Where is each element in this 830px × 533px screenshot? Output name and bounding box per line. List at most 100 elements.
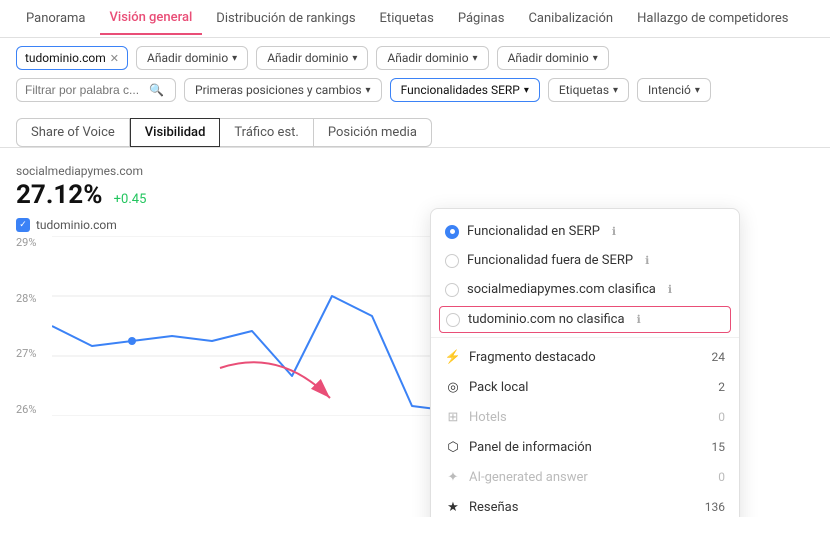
y-label-27: 27% [16, 347, 44, 360]
pack-icon: ◎ [445, 379, 461, 395]
radio-circle-4 [446, 313, 460, 327]
search-icon: 🔍 [149, 83, 164, 97]
domain-text: tudominio.com [25, 51, 106, 65]
add-domain-label-4: Añadir dominio [508, 51, 589, 65]
chevron-down-icon-2: ▾ [352, 53, 357, 64]
intencion-dropdown[interactable]: Intenció ▾ [637, 78, 711, 102]
add-domain-btn-3[interactable]: Añadir dominio ▾ [376, 46, 488, 70]
chevron-down-icon-4: ▾ [593, 53, 598, 64]
menu-ai-left: ✦ AI-generated answer [445, 469, 588, 485]
chart-line [52, 296, 452, 411]
menu-panel[interactable]: ⬡ Panel de información 15 [431, 432, 739, 462]
etiquetas-dropdown[interactable]: Etiquetas ▾ [548, 78, 629, 102]
menu-resenas-label: Reseñas [469, 500, 518, 515]
menu-resenas[interactable]: ★ Reseñas 136 [431, 492, 739, 517]
menu-pack-count: 2 [718, 380, 725, 394]
etiquetas-label: Etiquetas [559, 83, 609, 97]
radio-label-3: socialmediapymes.com clasifica [467, 282, 656, 297]
stat-value: 27.12% [16, 180, 102, 210]
menu-fragmento-count: 24 [712, 350, 726, 364]
filter-input[interactable] [25, 83, 145, 97]
main-content: socialmediapymes.com 27.12% +0.45 ✓ tudo… [0, 148, 830, 517]
menu-pack-local[interactable]: ◎ Pack local 2 [431, 372, 739, 402]
resenas-icon: ★ [445, 499, 461, 515]
menu-ai-label: AI-generated answer [469, 470, 588, 485]
chevron-down-icon-1: ▾ [232, 53, 237, 64]
radio-social-clasifica[interactable]: socialmediapymes.com clasifica ℹ [431, 275, 739, 304]
domain-pill[interactable]: tudominio.com ✕ [16, 46, 128, 70]
menu-pack-left: ◎ Pack local [445, 379, 528, 395]
add-domain-label-3: Añadir dominio [387, 51, 468, 65]
chevron-down-icon-3: ▾ [473, 53, 478, 64]
tabs-row: Share of Voice Visibilidad Tráfico est. … [0, 110, 830, 148]
serp-label: Funcionalidades SERP [401, 83, 520, 97]
radio-circle-3 [445, 283, 459, 297]
stat-change: +0.45 [114, 192, 147, 207]
radio-circle-1 [445, 225, 459, 239]
domain-checkbox[interactable]: ✓ [16, 218, 30, 232]
radio-tudo-no-clasifica[interactable]: tudominio.com no clasifica ℹ [440, 307, 730, 332]
info-icon-2: ℹ [645, 254, 649, 267]
menu-resenas-left: ★ Reseñas [445, 499, 518, 515]
nav-distribucion[interactable]: Distribución de rankings [206, 3, 365, 34]
menu-panel-left: ⬡ Panel de información [445, 439, 592, 455]
tab-share-of-voice[interactable]: Share of Voice [16, 118, 130, 147]
radio-label-2: Funcionalidad fuera de SERP [467, 253, 633, 268]
tab-trafico[interactable]: Tráfico est. [220, 118, 313, 147]
nav-panorama[interactable]: Panorama [16, 3, 96, 34]
radio-func-fuera[interactable]: Funcionalidad fuera de SERP ℹ [431, 246, 739, 275]
y-label-29: 29% [16, 236, 44, 249]
info-icon-4: ℹ [637, 313, 641, 326]
serp-features-dropdown[interactable]: Funcionalidades SERP ▾ [390, 78, 540, 102]
intencion-label: Intenció [648, 83, 691, 97]
menu-ai: ✦ AI-generated answer 0 [431, 462, 739, 492]
toolbar-row-1: tudominio.com ✕ Añadir dominio ▾ Añadir … [0, 38, 830, 78]
add-domain-btn-4[interactable]: Añadir dominio ▾ [497, 46, 609, 70]
tab-posicion-media[interactable]: Posición media [314, 118, 432, 147]
menu-hotels-count: 0 [718, 410, 725, 424]
nav-paginas[interactable]: Páginas [448, 3, 515, 34]
menu-hotels-left: ⊞ Hotels [445, 409, 507, 425]
chart-dot [128, 337, 136, 345]
nav-etiquetas[interactable]: Etiquetas [370, 3, 444, 34]
ai-icon: ✦ [445, 469, 461, 485]
add-domain-btn-1[interactable]: Añadir dominio ▾ [136, 46, 248, 70]
menu-hotels: ⊞ Hotels 0 [431, 402, 739, 432]
radio-label-4: tudominio.com no clasifica [468, 312, 625, 327]
positions-label: Primeras posiciones y cambios [195, 83, 362, 97]
y-label-26: 26% [16, 403, 44, 416]
nav-canibalizacion[interactable]: Canibalización [518, 3, 623, 34]
line-chart [52, 236, 472, 416]
toolbar-row-2: 🔍 Primeras posiciones y cambios ▾ Funcio… [0, 78, 830, 110]
filter-input-wrapper[interactable]: 🔍 [16, 78, 176, 102]
nav-vision-general[interactable]: Visión general [100, 2, 203, 35]
menu-panel-label: Panel de información [469, 440, 592, 455]
chevron-down-icon-7: ▾ [613, 85, 618, 96]
add-domain-btn-2[interactable]: Añadir dominio ▾ [256, 46, 368, 70]
radio-circle-2 [445, 254, 459, 268]
menu-hotels-label: Hotels [469, 410, 507, 425]
menu-pack-label: Pack local [469, 380, 528, 395]
menu-ai-count: 0 [718, 470, 725, 484]
menu-resenas-count: 136 [705, 500, 725, 514]
menu-panel-count: 15 [712, 440, 726, 454]
chevron-down-icon-6: ▾ [524, 85, 529, 96]
radio-label-1: Funcionalidad en SERP [467, 224, 600, 239]
info-icon-3: ℹ [668, 283, 672, 296]
chevron-down-icon-5: ▾ [366, 85, 371, 96]
nav-hallazgo[interactable]: Hallazgo de competidores [627, 3, 798, 34]
close-domain-icon[interactable]: ✕ [110, 52, 119, 65]
menu-fragmento-left: ⚡ Fragmento destacado [445, 349, 596, 365]
menu-fragmento[interactable]: ⚡ Fragmento destacado 24 [431, 342, 739, 372]
hotels-icon: ⊞ [445, 409, 461, 425]
radio-func-serp[interactable]: Funcionalidad en SERP ℹ [431, 217, 739, 246]
info-icon-1: ℹ [612, 225, 616, 238]
stat-domain: socialmediapymes.com [16, 164, 814, 178]
tab-visibilidad[interactable]: Visibilidad [130, 118, 221, 147]
y-label-28: 28% [16, 292, 44, 305]
menu-fragmento-label: Fragmento destacado [469, 350, 596, 365]
panel-icon: ⬡ [445, 439, 461, 455]
fragmento-icon: ⚡ [445, 349, 461, 365]
nav-bar: Panorama Visión general Distribución de … [0, 0, 830, 38]
positions-dropdown[interactable]: Primeras posiciones y cambios ▾ [184, 78, 382, 102]
